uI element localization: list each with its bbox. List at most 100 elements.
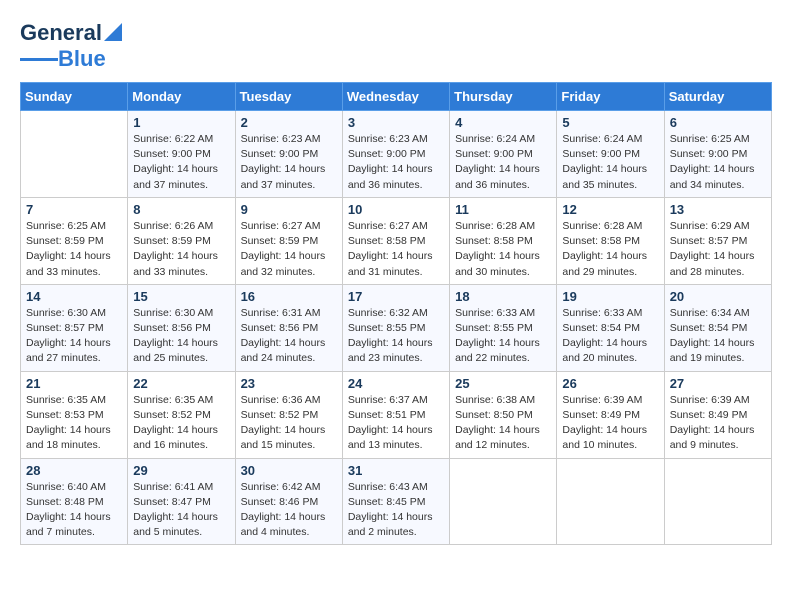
day-number: 11 — [455, 202, 551, 217]
weekday-friday: Friday — [557, 83, 664, 111]
day-number: 21 — [26, 376, 122, 391]
day-info: Sunrise: 6:30 AM Sunset: 8:56 PM Dayligh… — [133, 306, 229, 367]
day-info: Sunrise: 6:40 AM Sunset: 8:48 PM Dayligh… — [26, 480, 122, 541]
day-info: Sunrise: 6:24 AM Sunset: 9:00 PM Dayligh… — [455, 132, 551, 193]
weekday-header-row: SundayMondayTuesdayWednesdayThursdayFrid… — [21, 83, 772, 111]
day-info: Sunrise: 6:39 AM Sunset: 8:49 PM Dayligh… — [562, 393, 658, 454]
day-info: Sunrise: 6:30 AM Sunset: 8:57 PM Dayligh… — [26, 306, 122, 367]
calendar-cell: 31 Sunrise: 6:43 AM Sunset: 8:45 PM Dayli… — [342, 458, 449, 545]
day-number: 16 — [241, 289, 337, 304]
day-info: Sunrise: 6:42 AM Sunset: 8:46 PM Dayligh… — [241, 480, 337, 541]
day-number: 5 — [562, 115, 658, 130]
day-info: Sunrise: 6:37 AM Sunset: 8:51 PM Dayligh… — [348, 393, 444, 454]
calendar-cell: 26 Sunrise: 6:39 AM Sunset: 8:49 PM Dayli… — [557, 371, 664, 458]
day-number: 20 — [670, 289, 766, 304]
day-info: Sunrise: 6:43 AM Sunset: 8:45 PM Dayligh… — [348, 480, 444, 541]
day-number: 1 — [133, 115, 229, 130]
weekday-saturday: Saturday — [664, 83, 771, 111]
day-info: Sunrise: 6:33 AM Sunset: 8:55 PM Dayligh… — [455, 306, 551, 367]
day-number: 24 — [348, 376, 444, 391]
weekday-sunday: Sunday — [21, 83, 128, 111]
day-number: 13 — [670, 202, 766, 217]
logo-triangle-icon — [104, 23, 122, 41]
page-header: General Blue — [20, 20, 772, 72]
day-number: 6 — [670, 115, 766, 130]
calendar-cell: 11 Sunrise: 6:28 AM Sunset: 8:58 PM Dayli… — [450, 197, 557, 284]
calendar-cell: 2Sunrise: 6:23 AM Sunset: 9:00 PM Daylig… — [235, 111, 342, 198]
calendar-header: SundayMondayTuesdayWednesdayThursdayFrid… — [21, 83, 772, 111]
day-number: 12 — [562, 202, 658, 217]
day-info: Sunrise: 6:23 AM Sunset: 9:00 PM Dayligh… — [241, 132, 337, 193]
calendar-table: SundayMondayTuesdayWednesdayThursdayFrid… — [20, 82, 772, 545]
logo-blue: Blue — [58, 46, 106, 72]
day-info: Sunrise: 6:25 AM Sunset: 8:59 PM Dayligh… — [26, 219, 122, 280]
day-number: 18 — [455, 289, 551, 304]
calendar-week-1: 1 Sunrise: 6:22 AM Sunset: 9:00 PM Daylig… — [21, 111, 772, 198]
calendar-cell — [21, 111, 128, 198]
day-info: Sunrise: 6:24 AM Sunset: 9:00 PM Dayligh… — [562, 132, 658, 193]
day-info: Sunrise: 6:23 AM Sunset: 9:00 PM Dayligh… — [348, 132, 444, 193]
day-info: Sunrise: 6:35 AM Sunset: 8:52 PM Dayligh… — [133, 393, 229, 454]
calendar-cell: 8Sunrise: 6:26 AM Sunset: 8:59 PM Daylig… — [128, 197, 235, 284]
calendar-week-4: 21 Sunrise: 6:35 AM Sunset: 8:53 PM Dayli… — [21, 371, 772, 458]
day-number: 14 — [26, 289, 122, 304]
calendar-cell: 25 Sunrise: 6:38 AM Sunset: 8:50 PM Dayli… — [450, 371, 557, 458]
day-info: Sunrise: 6:27 AM Sunset: 8:59 PM Dayligh… — [241, 219, 337, 280]
calendar-cell: 27Sunrise: 6:39 AM Sunset: 8:49 PM Dayli… — [664, 371, 771, 458]
day-number: 10 — [348, 202, 444, 217]
day-number: 3 — [348, 115, 444, 130]
calendar-cell: 15 Sunrise: 6:30 AM Sunset: 8:56 PM Dayli… — [128, 284, 235, 371]
day-info: Sunrise: 6:32 AM Sunset: 8:55 PM Dayligh… — [348, 306, 444, 367]
calendar-body: 1 Sunrise: 6:22 AM Sunset: 9:00 PM Daylig… — [21, 111, 772, 545]
calendar-cell: 29 Sunrise: 6:41 AM Sunset: 8:47 PM Dayli… — [128, 458, 235, 545]
day-number: 17 — [348, 289, 444, 304]
day-info: Sunrise: 6:28 AM Sunset: 8:58 PM Dayligh… — [455, 219, 551, 280]
calendar-cell: 13Sunrise: 6:29 AM Sunset: 8:57 PM Dayli… — [664, 197, 771, 284]
calendar-cell — [664, 458, 771, 545]
day-info: Sunrise: 6:35 AM Sunset: 8:53 PM Dayligh… — [26, 393, 122, 454]
day-number: 30 — [241, 463, 337, 478]
day-number: 31 — [348, 463, 444, 478]
calendar-cell: 5 Sunrise: 6:24 AM Sunset: 9:00 PM Daylig… — [557, 111, 664, 198]
day-info: Sunrise: 6:22 AM Sunset: 9:00 PM Dayligh… — [133, 132, 229, 193]
day-number: 25 — [455, 376, 551, 391]
weekday-thursday: Thursday — [450, 83, 557, 111]
calendar-cell: 3 Sunrise: 6:23 AM Sunset: 9:00 PM Daylig… — [342, 111, 449, 198]
calendar-cell: 17 Sunrise: 6:32 AM Sunset: 8:55 PM Dayli… — [342, 284, 449, 371]
calendar-cell: 18 Sunrise: 6:33 AM Sunset: 8:55 PM Dayli… — [450, 284, 557, 371]
day-info: Sunrise: 6:27 AM Sunset: 8:58 PM Dayligh… — [348, 219, 444, 280]
calendar-cell: 9Sunrise: 6:27 AM Sunset: 8:59 PM Daylig… — [235, 197, 342, 284]
weekday-monday: Monday — [128, 83, 235, 111]
weekday-wednesday: Wednesday — [342, 83, 449, 111]
calendar-cell: 10 Sunrise: 6:27 AM Sunset: 8:58 PM Dayli… — [342, 197, 449, 284]
calendar-cell: 14 Sunrise: 6:30 AM Sunset: 8:57 PM Dayli… — [21, 284, 128, 371]
day-number: 22 — [133, 376, 229, 391]
day-info: Sunrise: 6:41 AM Sunset: 8:47 PM Dayligh… — [133, 480, 229, 541]
calendar-cell — [557, 458, 664, 545]
calendar-week-3: 14 Sunrise: 6:30 AM Sunset: 8:57 PM Dayli… — [21, 284, 772, 371]
calendar-cell: 1 Sunrise: 6:22 AM Sunset: 9:00 PM Daylig… — [128, 111, 235, 198]
day-number: 23 — [241, 376, 337, 391]
weekday-tuesday: Tuesday — [235, 83, 342, 111]
day-number: 7 — [26, 202, 122, 217]
day-info: Sunrise: 6:31 AM Sunset: 8:56 PM Dayligh… — [241, 306, 337, 367]
calendar-cell: 7 Sunrise: 6:25 AM Sunset: 8:59 PM Daylig… — [21, 197, 128, 284]
day-info: Sunrise: 6:38 AM Sunset: 8:50 PM Dayligh… — [455, 393, 551, 454]
calendar-cell: 21 Sunrise: 6:35 AM Sunset: 8:53 PM Dayli… — [21, 371, 128, 458]
calendar-cell: 19Sunrise: 6:33 AM Sunset: 8:54 PM Dayli… — [557, 284, 664, 371]
calendar-week-2: 7 Sunrise: 6:25 AM Sunset: 8:59 PM Daylig… — [21, 197, 772, 284]
day-number: 27 — [670, 376, 766, 391]
calendar-cell — [450, 458, 557, 545]
day-info: Sunrise: 6:34 AM Sunset: 8:54 PM Dayligh… — [670, 306, 766, 367]
calendar-cell: 4 Sunrise: 6:24 AM Sunset: 9:00 PM Daylig… — [450, 111, 557, 198]
logo-general: General — [20, 20, 102, 46]
day-number: 15 — [133, 289, 229, 304]
day-number: 26 — [562, 376, 658, 391]
day-number: 29 — [133, 463, 229, 478]
calendar-cell: 28 Sunrise: 6:40 AM Sunset: 8:48 PM Dayli… — [21, 458, 128, 545]
calendar-cell: 24 Sunrise: 6:37 AM Sunset: 8:51 PM Dayli… — [342, 371, 449, 458]
day-number: 28 — [26, 463, 122, 478]
day-number: 19 — [562, 289, 658, 304]
day-number: 4 — [455, 115, 551, 130]
day-info: Sunrise: 6:26 AM Sunset: 8:59 PM Dayligh… — [133, 219, 229, 280]
